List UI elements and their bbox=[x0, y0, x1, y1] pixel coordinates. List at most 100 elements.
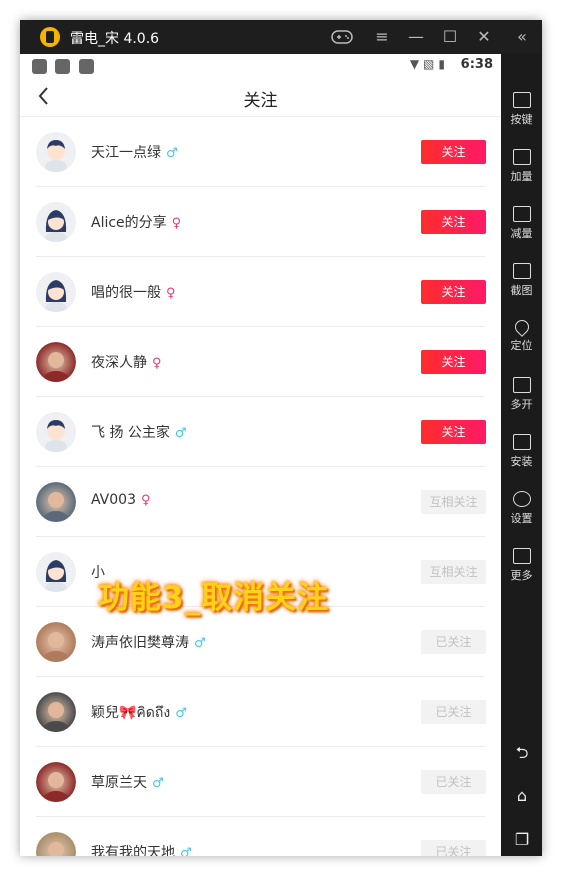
user-row[interactable]: 涛声依旧樊尊涛 ♂ 已关注 bbox=[20, 607, 501, 677]
user-row[interactable]: 唱的很一般 ♀ 关注 bbox=[20, 257, 501, 327]
sidebar-item-label: 设置 bbox=[510, 512, 533, 525]
gamepad-icon[interactable] bbox=[330, 25, 354, 49]
avatar-image bbox=[36, 482, 76, 522]
avatar[interactable] bbox=[36, 342, 76, 382]
male-icon: ♂ bbox=[166, 146, 178, 161]
male-icon: ♂ bbox=[175, 706, 187, 721]
avatar[interactable] bbox=[36, 482, 76, 522]
followed-button[interactable]: 已关注 bbox=[421, 770, 486, 794]
sidebar-item-label: 安装 bbox=[510, 455, 533, 468]
male-icon: ♂ bbox=[174, 426, 187, 441]
user-row[interactable]: 我有我的天地 ♂ 已关注 bbox=[20, 817, 501, 856]
sidebar-item-label: 多开 bbox=[510, 398, 533, 411]
user-name[interactable]: 夜深人静 ♀ bbox=[91, 352, 162, 372]
followed-button[interactable]: 已关注 bbox=[421, 700, 486, 724]
volume-up-icon bbox=[512, 149, 531, 165]
close-icon[interactable]: ✕ bbox=[472, 25, 496, 49]
minimize-icon[interactable]: — bbox=[404, 25, 428, 49]
maximize-icon[interactable]: ☐ bbox=[438, 25, 462, 49]
collapse-icon[interactable]: « bbox=[510, 25, 534, 49]
user-row[interactable]: 夜深人静 ♀ 关注 bbox=[20, 327, 501, 397]
keyboard-icon bbox=[512, 92, 531, 108]
sidebar-item-location[interactable]: 定位 bbox=[501, 317, 542, 353]
follow-button[interactable]: 关注 bbox=[421, 140, 486, 164]
user-name-text: Alice的分享 bbox=[91, 215, 167, 231]
user-list: 天江一点绿 ♂ 关注 Alice的分享 ♀ 关注 唱的很一般 ♀ 关注 夜深人静 ♀ 关注飞 扬 公主… bbox=[20, 117, 501, 856]
sidebar-item-label: 截图 bbox=[510, 284, 533, 297]
avatar-image bbox=[36, 132, 76, 172]
location-icon bbox=[511, 317, 532, 337]
avatar[interactable] bbox=[36, 832, 76, 856]
user-name-text: 唱的很一般 bbox=[91, 285, 161, 301]
no-sim-icon: ▧ bbox=[423, 57, 439, 71]
follow-button[interactable]: 关注 bbox=[421, 210, 486, 234]
avatar[interactable] bbox=[36, 272, 76, 312]
user-name[interactable]: 我有我的天地 ♂ bbox=[91, 842, 192, 856]
sidebar-item-label: 按键 bbox=[510, 113, 533, 126]
female-icon: ♀ bbox=[171, 216, 182, 231]
user-name[interactable]: Alice的分享 ♀ bbox=[91, 212, 181, 232]
user-name-text: 夜深人静 bbox=[91, 355, 147, 371]
avatar-image bbox=[36, 832, 76, 856]
status-time: 6:38 bbox=[460, 57, 493, 72]
mutual-follow-button[interactable]: 互相关注 bbox=[421, 490, 486, 514]
sidebar-item-screenshot[interactable]: 截图 bbox=[501, 263, 542, 298]
female-icon: ♀ bbox=[166, 286, 176, 301]
avatar[interactable] bbox=[36, 202, 76, 242]
user-row[interactable]: AV003 ♀ 互相关注 bbox=[20, 467, 501, 537]
user-name-text: 涛声依旧樊尊涛 bbox=[91, 635, 189, 651]
user-name[interactable]: 飞 扬 公主家 ♂ bbox=[91, 422, 187, 442]
sidebar-item-keyboard[interactable]: 按键 bbox=[501, 92, 542, 127]
recents-icon[interactable]: ❐ bbox=[511, 830, 533, 849]
battery-icon: ▮ bbox=[438, 57, 449, 71]
avatar-image bbox=[36, 762, 76, 802]
titlebar: 雷电_宋 4.0.6 ≡ — ☐ ✕ « bbox=[20, 20, 542, 54]
phone-screen: ▼▧▮ 6:38 关注 天江一点绿 ♂ 关注 Alice的分享 ♀ 关注 唱的很一般 ♀ 关注夜… bbox=[20, 54, 501, 856]
sidebar-item-settings[interactable]: 设置 bbox=[501, 491, 542, 526]
avatar-image bbox=[36, 552, 76, 592]
avatar[interactable] bbox=[36, 762, 76, 802]
follow-button[interactable]: 关注 bbox=[421, 420, 486, 444]
user-name[interactable]: 天江一点绿 ♂ bbox=[91, 142, 178, 162]
avatar-image bbox=[36, 412, 76, 452]
user-name[interactable]: 颖兒🎀คิดถึง ♂ bbox=[91, 702, 187, 724]
emulator-sidebar: 按键加量减量截图定位多开安装设置更多 ⮌ ⌂ ❐ bbox=[501, 54, 542, 856]
sidebar-item-volume-down[interactable]: 减量 bbox=[501, 206, 542, 241]
sidebar-item-multi-instance[interactable]: 多开 bbox=[501, 377, 542, 412]
followed-button[interactable]: 已关注 bbox=[421, 630, 486, 654]
home-icon[interactable]: ⌂ bbox=[511, 786, 533, 805]
male-icon: ♂ bbox=[152, 776, 164, 791]
user-name[interactable]: 唱的很一般 ♀ bbox=[91, 282, 176, 302]
sidebar-item-volume-up[interactable]: 加量 bbox=[501, 149, 542, 184]
user-row[interactable]: 天江一点绿 ♂ 关注 bbox=[20, 117, 501, 187]
sidebar-item-more[interactable]: 更多 bbox=[501, 548, 542, 583]
user-name[interactable]: 草原兰天 ♂ bbox=[91, 772, 164, 792]
mutual-follow-button[interactable]: 互相关注 bbox=[421, 560, 486, 584]
follow-button[interactable]: 关注 bbox=[421, 350, 486, 374]
sidebar-item-install[interactable]: 安装 bbox=[501, 434, 542, 469]
user-name[interactable]: AV003 ♀ bbox=[91, 492, 151, 508]
user-row[interactable]: 飞 扬 公主家 ♂ 关注 bbox=[20, 397, 501, 467]
avatar[interactable] bbox=[36, 412, 76, 452]
user-name-text: AV003 bbox=[91, 492, 136, 508]
back-icon[interactable]: ⮌ bbox=[511, 742, 533, 762]
user-name-text: 天江一点绿 bbox=[91, 145, 161, 161]
user-name-text: 颖兒🎀คิดถึง bbox=[91, 705, 171, 721]
user-row[interactable]: 颖兒🎀คิดถึง ♂ 已关注 bbox=[20, 677, 501, 747]
followed-button[interactable]: 已关注 bbox=[421, 840, 486, 856]
follow-button[interactable]: 关注 bbox=[421, 280, 486, 304]
menu-icon[interactable]: ≡ bbox=[370, 25, 394, 49]
statusbar: ▼▧▮ 6:38 bbox=[20, 54, 501, 78]
settings-icon bbox=[512, 491, 531, 507]
avatar[interactable] bbox=[36, 692, 76, 732]
avatar[interactable] bbox=[36, 132, 76, 172]
install-icon bbox=[512, 434, 531, 450]
user-name-text: 我有我的天地 bbox=[91, 845, 175, 856]
avatar[interactable] bbox=[36, 552, 76, 592]
page-header: 关注 bbox=[20, 78, 501, 117]
user-row[interactable]: 草原兰天 ♂ 已关注 bbox=[20, 747, 501, 817]
user-name[interactable]: 涛声依旧樊尊涛 ♂ bbox=[91, 632, 206, 652]
avatar[interactable] bbox=[36, 622, 76, 662]
male-icon: ♂ bbox=[180, 846, 192, 856]
user-row[interactable]: Alice的分享 ♀ 关注 bbox=[20, 187, 501, 257]
